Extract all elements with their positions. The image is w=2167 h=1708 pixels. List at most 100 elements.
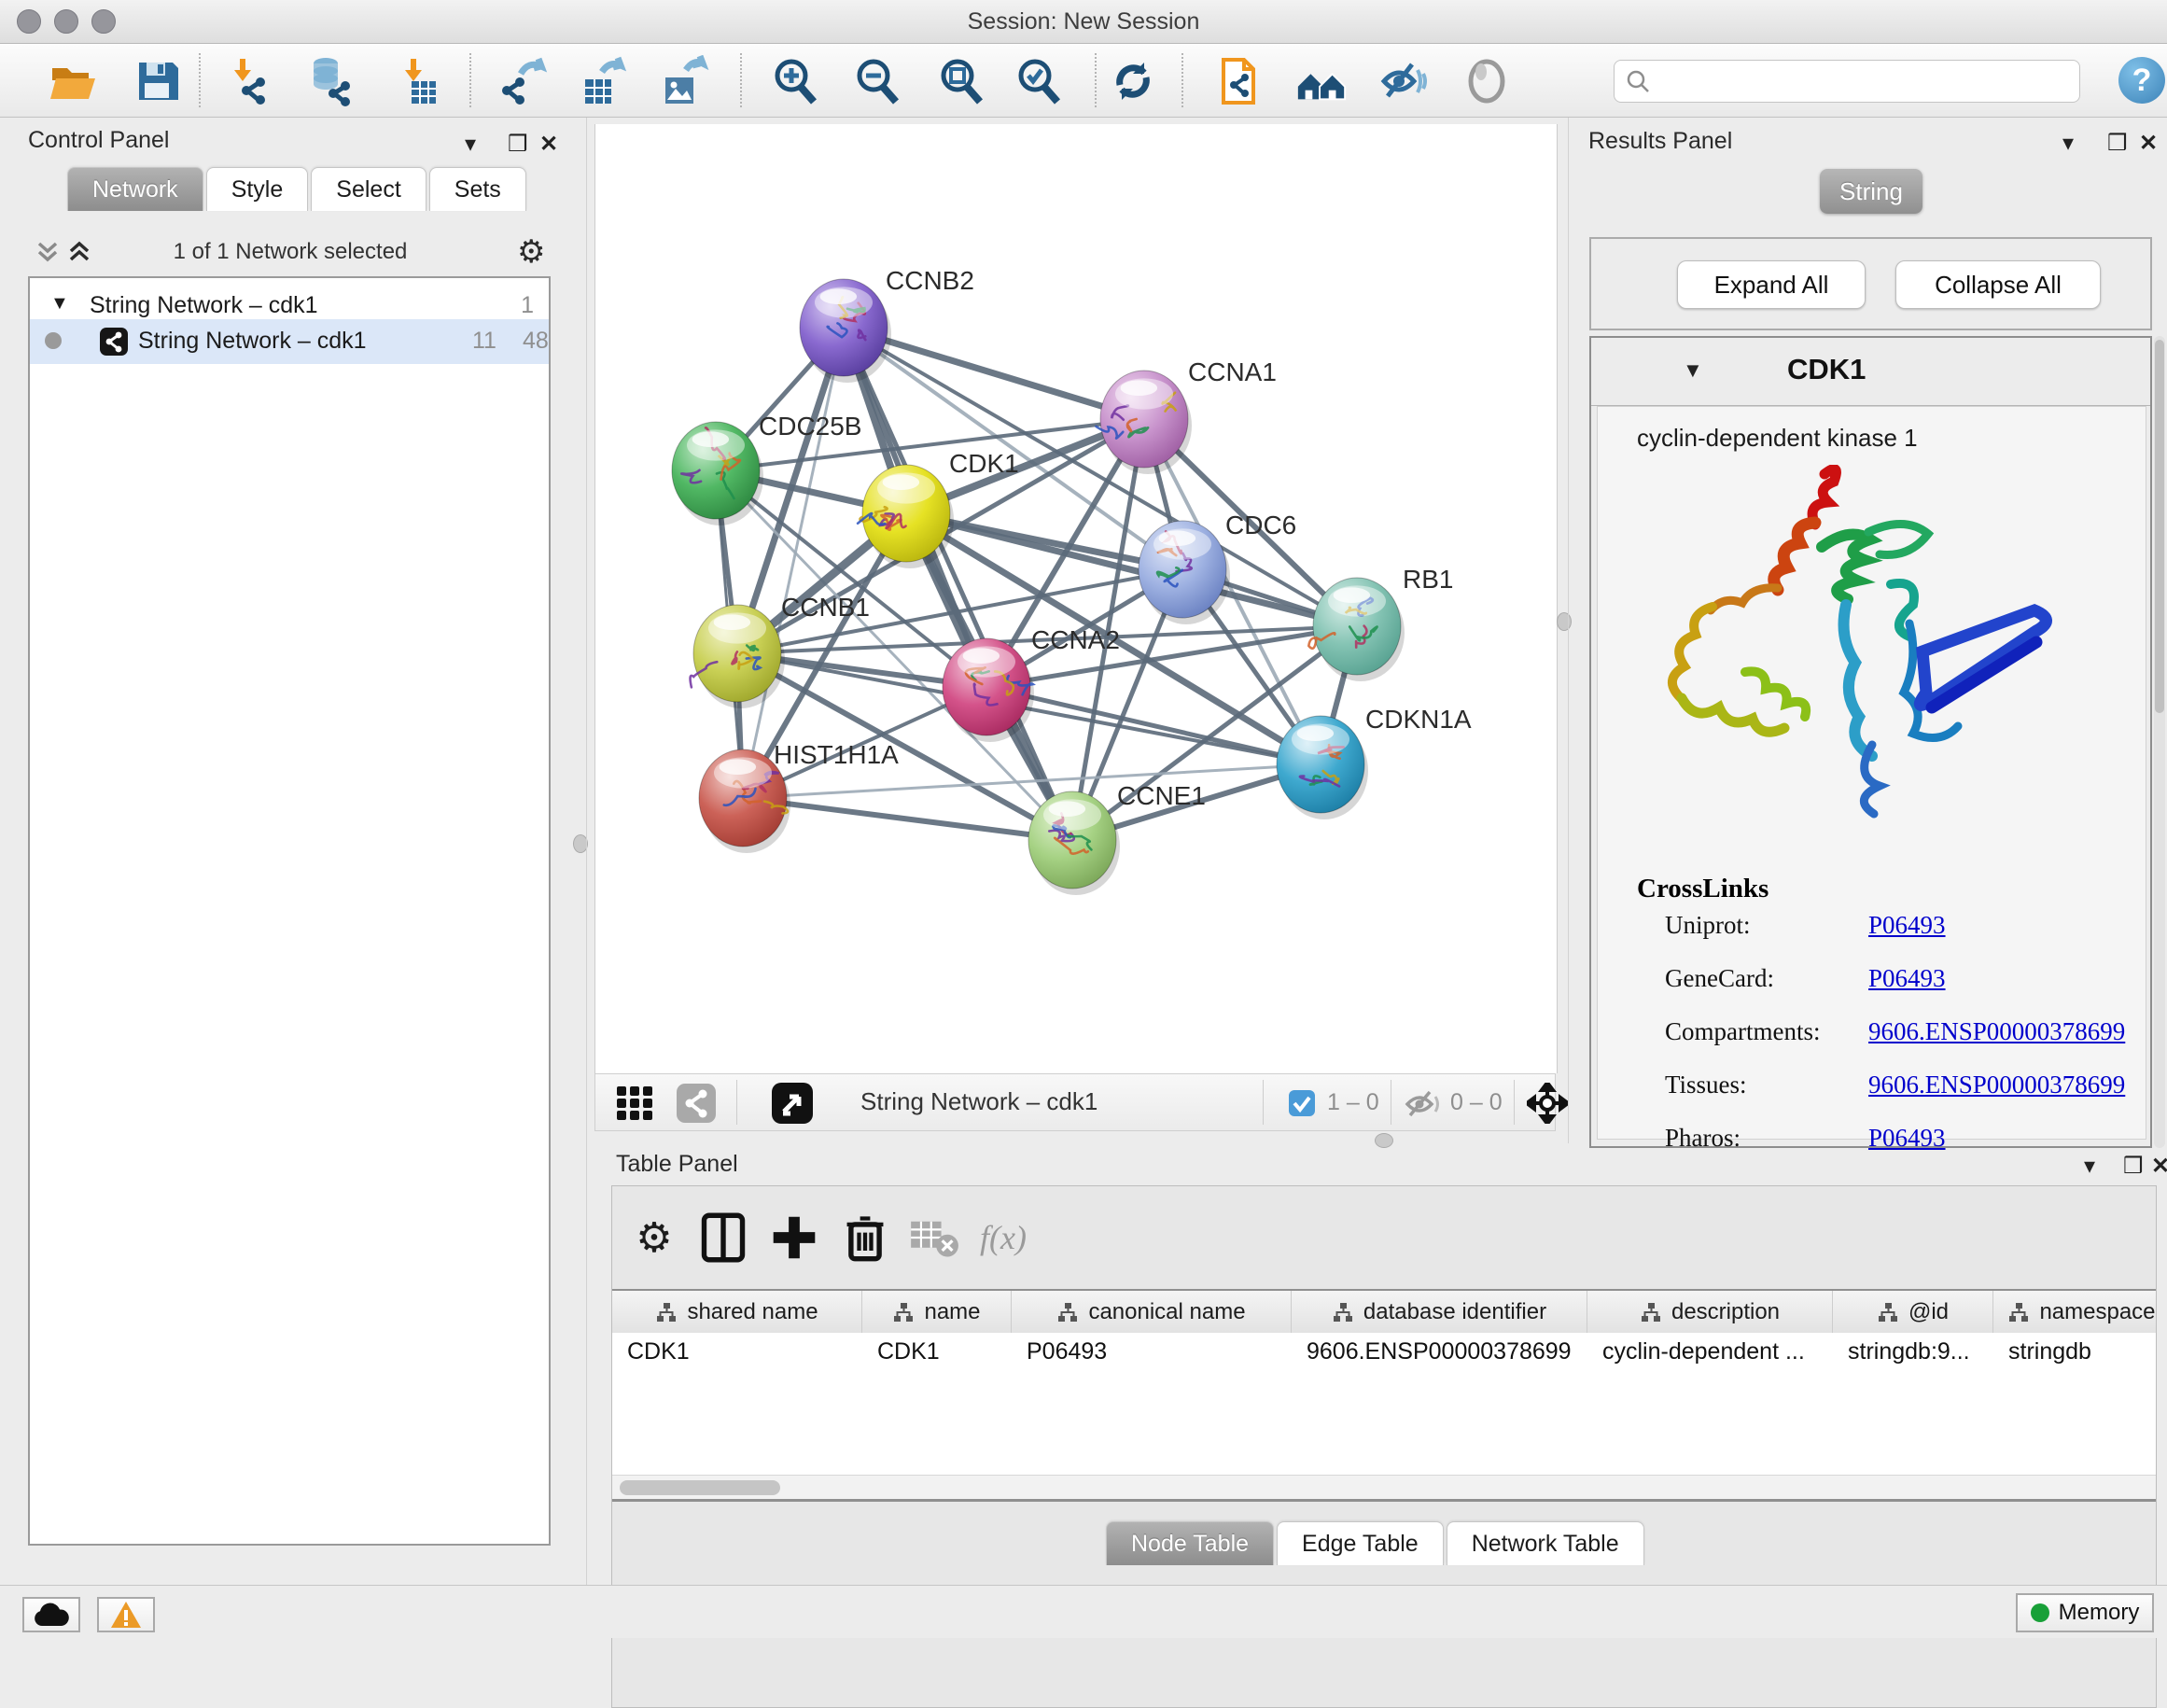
import-database-icon[interactable] bbox=[302, 54, 357, 108]
search-input[interactable] bbox=[1657, 67, 2079, 95]
collection-expander-icon[interactable]: ▼ bbox=[50, 293, 69, 315]
save-session-icon[interactable] bbox=[131, 54, 185, 108]
results-scrollbar[interactable] bbox=[2154, 336, 2165, 1148]
column-header-name[interactable]: name bbox=[862, 1291, 1012, 1334]
layout-refresh-icon[interactable] bbox=[1106, 54, 1160, 108]
home-icon[interactable] bbox=[1294, 54, 1349, 108]
hide-graphics-icon[interactable] bbox=[1376, 54, 1430, 108]
help-icon[interactable]: ? bbox=[2118, 57, 2165, 104]
network-options-gear-icon[interactable]: ⚙ bbox=[517, 233, 545, 271]
tab-network[interactable]: Network bbox=[67, 167, 203, 211]
search-box[interactable] bbox=[1614, 60, 2080, 103]
selected-checkbox-icon[interactable] bbox=[1288, 1089, 1316, 1117]
table-cell[interactable]: stringdb:9... bbox=[1833, 1333, 1993, 1372]
column-header-canonical-name[interactable]: canonical name bbox=[1012, 1291, 1292, 1334]
table-cell[interactable]: P06493 bbox=[1012, 1333, 1292, 1372]
crosslink-link[interactable]: 9606.ENSP00000378699 bbox=[1868, 1017, 2125, 1046]
network-view-mode-icon[interactable] bbox=[676, 1083, 717, 1124]
zoom-in-icon[interactable] bbox=[768, 54, 822, 108]
open-in-window-icon[interactable] bbox=[771, 1082, 814, 1125]
tab-string[interactable]: String bbox=[1820, 169, 1922, 214]
network-node-CDK1[interactable] bbox=[858, 465, 954, 568]
column-header--id[interactable]: @id bbox=[1833, 1291, 1993, 1334]
table-panel-menu-icon[interactable]: ▾ bbox=[2084, 1153, 2095, 1180]
cyweb-share-icon[interactable] bbox=[1212, 54, 1266, 108]
zoom-out-icon[interactable] bbox=[850, 54, 904, 108]
column-header-database-identifier[interactable]: database identifier bbox=[1292, 1291, 1587, 1334]
protein-description: cyclin-dependent kinase 1 bbox=[1637, 424, 1918, 453]
network-edge[interactable] bbox=[743, 798, 1072, 840]
crosslink-row: GeneCard:P06493 bbox=[1665, 964, 1774, 993]
preview-icon[interactable] bbox=[1460, 54, 1514, 108]
network-edge[interactable] bbox=[986, 687, 1321, 764]
crosslink-link[interactable]: 9606.ENSP00000378699 bbox=[1868, 1071, 2125, 1099]
network-node-CCNE1[interactable] bbox=[1028, 791, 1120, 895]
tab-node-table[interactable]: Node Table bbox=[1106, 1521, 1274, 1565]
open-session-icon[interactable] bbox=[46, 54, 100, 108]
control-panel-close-icon[interactable]: ✕ bbox=[539, 131, 558, 158]
network-node-CDKN1A[interactable] bbox=[1277, 716, 1368, 819]
table-hscrollbar[interactable] bbox=[612, 1475, 2156, 1500]
results-panel-float-icon[interactable]: ❒ bbox=[2107, 130, 2128, 157]
tab-sets[interactable]: Sets bbox=[429, 167, 526, 211]
network-node-CDC25B[interactable] bbox=[672, 422, 763, 525]
crosslink-link[interactable]: P06493 bbox=[1868, 964, 1946, 993]
network-graph[interactable]: CCNB2CCNA1CDC25BCDK1CDC6RB1CCNB1CCNA2CDK… bbox=[595, 124, 1557, 1073]
column-header-namespace[interactable]: namespace bbox=[1993, 1291, 2156, 1334]
table-data-row[interactable]: CDK1CDK1P064939606.ENSP00000378699cyclin… bbox=[612, 1333, 2156, 1372]
table-cell[interactable]: 9606.ENSP00000378699 bbox=[1292, 1333, 1587, 1372]
delete-column-icon[interactable] bbox=[840, 1212, 890, 1263]
table-gear-icon[interactable]: ⚙ bbox=[629, 1212, 679, 1263]
zoom-selected-icon[interactable] bbox=[1012, 54, 1066, 108]
export-image-icon[interactable] bbox=[657, 54, 711, 108]
results-scrollbar-thumb[interactable] bbox=[2155, 340, 2164, 713]
table-cell[interactable]: CDK1 bbox=[862, 1333, 1012, 1372]
table-panel-float-icon[interactable]: ❒ bbox=[2123, 1153, 2144, 1180]
export-table-icon[interactable] bbox=[577, 54, 631, 108]
show-columns-icon[interactable] bbox=[698, 1212, 748, 1263]
control-network-divider[interactable] bbox=[586, 118, 587, 1585]
import-network-icon[interactable] bbox=[222, 54, 276, 108]
protein-name: CDK1 bbox=[1787, 353, 1866, 386]
results-panel-menu-icon[interactable]: ▾ bbox=[2062, 130, 2074, 157]
network-node-CDC6[interactable] bbox=[1139, 521, 1230, 624]
import-table-icon[interactable] bbox=[392, 54, 446, 108]
table-cell[interactable]: stringdb bbox=[1993, 1333, 2156, 1372]
network-node-CCNB2[interactable] bbox=[800, 279, 891, 383]
network-node-CCNA2[interactable] bbox=[943, 638, 1034, 742]
add-column-icon[interactable] bbox=[769, 1212, 819, 1263]
tab-network-table[interactable]: Network Table bbox=[1447, 1521, 1644, 1565]
expand-all-button[interactable]: Expand All bbox=[1677, 260, 1866, 309]
table-cell[interactable]: cyclin-dependent ... bbox=[1587, 1333, 1833, 1372]
right-splitter-handle[interactable] bbox=[1557, 612, 1572, 631]
tab-style[interactable]: Style bbox=[206, 167, 309, 211]
control-panel-menu-icon[interactable]: ▾ bbox=[465, 131, 476, 158]
control-panel-float-icon[interactable]: ❒ bbox=[508, 131, 528, 158]
birds-eye-view-icon[interactable] bbox=[1527, 1083, 1568, 1124]
crosslink-link[interactable]: P06493 bbox=[1868, 911, 1946, 940]
zoom-fit-icon[interactable] bbox=[934, 54, 988, 108]
table-cell[interactable]: CDK1 bbox=[612, 1333, 862, 1372]
network-canvas[interactable]: CCNB2CCNA1CDC25BCDK1CDC6RB1CCNB1CCNA2CDK… bbox=[594, 124, 1558, 1073]
table-panel-close-icon[interactable]: ✕ bbox=[2151, 1153, 2167, 1180]
network-results-divider[interactable] bbox=[1568, 118, 1569, 1143]
column-header-description[interactable]: description bbox=[1587, 1291, 1833, 1334]
delete-table-icon[interactable] bbox=[909, 1212, 959, 1263]
network-node-CCNA1[interactable] bbox=[1097, 371, 1193, 474]
grid-view-icon[interactable] bbox=[615, 1085, 656, 1122]
network-row-selected[interactable]: String Network – cdk1 11 48 bbox=[30, 319, 549, 364]
column-header-shared-name[interactable]: shared name bbox=[612, 1291, 862, 1334]
collapse-all-button[interactable]: Collapse All bbox=[1895, 260, 2101, 309]
tab-select[interactable]: Select bbox=[311, 167, 426, 211]
protein-header[interactable]: ▼ CDK1 bbox=[1591, 338, 2150, 406]
hidden-eye-icon[interactable] bbox=[1404, 1089, 1441, 1119]
memory-button[interactable]: Memory bbox=[2016, 1593, 2154, 1632]
export-network-icon[interactable] bbox=[499, 54, 553, 108]
warning-status-button[interactable] bbox=[97, 1597, 155, 1632]
cloud-status-button[interactable] bbox=[22, 1597, 80, 1632]
results-panel-close-icon[interactable]: ✕ bbox=[2139, 130, 2158, 157]
table-hscrollbar-thumb[interactable] bbox=[620, 1480, 780, 1495]
protein-expander-icon[interactable]: ▼ bbox=[1683, 358, 1703, 383]
tab-edge-table[interactable]: Edge Table bbox=[1277, 1521, 1444, 1565]
function-builder-icon[interactable]: f(x) bbox=[978, 1212, 1028, 1263]
